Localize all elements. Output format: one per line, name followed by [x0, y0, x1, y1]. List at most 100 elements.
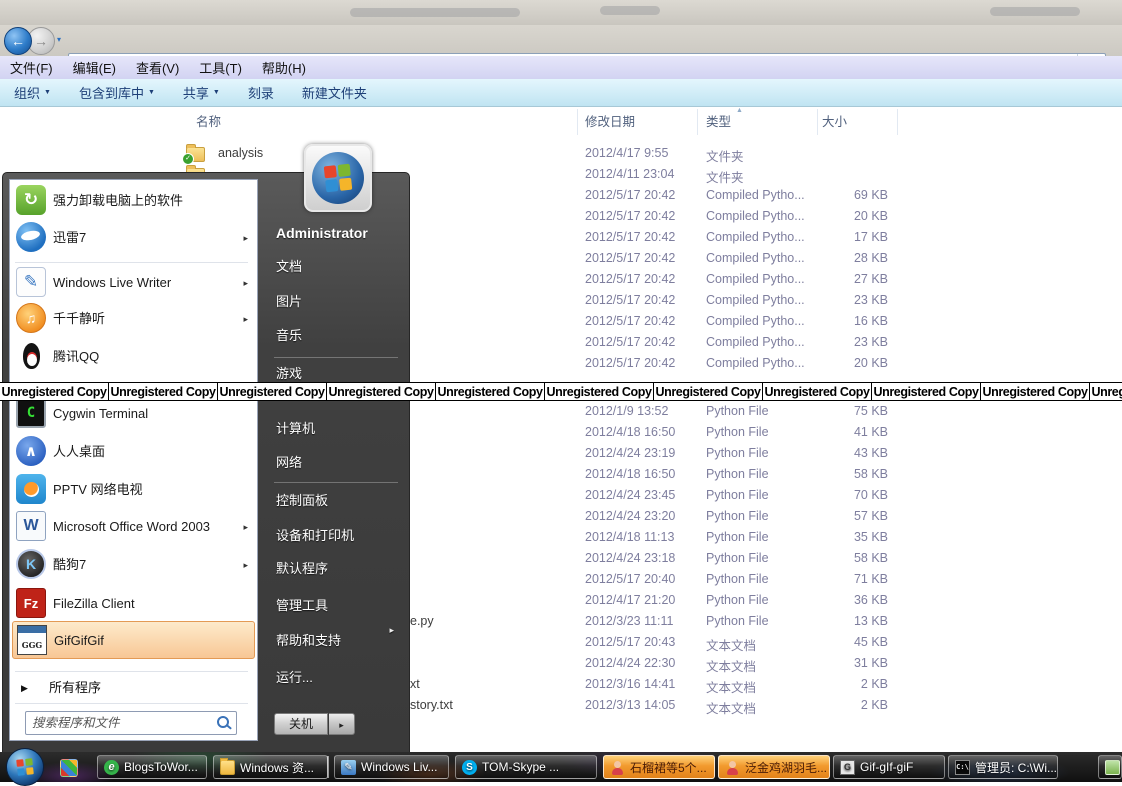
gif-icon: [840, 760, 855, 775]
filezilla-icon: [16, 588, 46, 618]
file-size: 20 KB: [800, 209, 888, 223]
start-button[interactable]: [6, 748, 44, 786]
taskbar-button-label: 管理员: C:\Wi...: [975, 759, 1057, 776]
start-menu-right-item[interactable]: 默认程序: [276, 557, 394, 581]
shutdown-options-arrow[interactable]: ▸: [329, 713, 355, 735]
taskbar-button[interactable]: 泛金鸡湖羽毛...: [718, 755, 830, 779]
menu-item[interactable]: 帮助(H): [252, 58, 316, 77]
history-dropdown-icon[interactable]: ▾: [57, 35, 61, 44]
taskbar-button[interactable]: Windows Liv...: [334, 755, 449, 779]
start-menu-right-item[interactable]: 管理工具▸: [276, 594, 394, 618]
unregistered-watermark: Unregistered CopyUnregistered CopyUnregi…: [0, 382, 1122, 401]
taskbar-button[interactable]: 管理员: C:\Wi...: [948, 755, 1058, 779]
toolbar-button[interactable]: 刻录: [234, 83, 288, 102]
watermark-cell: Unregistered Copy: [218, 383, 326, 400]
start-menu-right-item[interactable]: 音乐: [276, 324, 394, 348]
file-type: Compiled Pytho...: [706, 209, 805, 223]
taskbar-button[interactable]: 石榴裙等5个...: [603, 755, 715, 779]
file-row[interactable]: analysis2012/4/17 9:55文件夹: [0, 143, 1122, 164]
start-menu-item-label: Microsoft Office Word 2003: [53, 508, 210, 546]
file-date: 2012/3/13 14:05: [585, 698, 675, 712]
start-menu-item[interactable]: 人人桌面: [12, 433, 255, 471]
file-type: Compiled Pytho...: [706, 293, 805, 307]
window-titlebar: [0, 0, 1122, 25]
file-type: Python File: [706, 614, 769, 628]
start-menu-item[interactable]: FileZilla Client: [12, 585, 255, 623]
taskbar-button-partial[interactable]: [1098, 755, 1122, 779]
start-menu-right-item[interactable]: 文档: [276, 255, 394, 279]
quick-launch-icon[interactable]: [60, 759, 78, 777]
file-size: 57 KB: [800, 509, 888, 523]
back-button[interactable]: ←: [4, 27, 32, 55]
start-menu-item[interactable]: 千千静听▸: [12, 300, 255, 338]
file-size: 45 KB: [800, 635, 888, 649]
thunder-icon: [16, 222, 46, 252]
gifgifgif-icon: [17, 625, 47, 655]
file-size: 16 KB: [800, 314, 888, 328]
start-menu-right-item[interactable]: Administrator: [276, 221, 394, 245]
file-type: Python File: [706, 446, 769, 460]
file-date: 2012/5/17 20:42: [585, 188, 675, 202]
menu-item[interactable]: 工具(T): [189, 58, 252, 77]
start-menu-item[interactable]: 迅雷7▸: [12, 219, 255, 257]
start-menu-item-label: 酷狗7: [53, 546, 86, 584]
column-header-name[interactable]: 名称: [196, 110, 221, 134]
start-menu-right-item[interactable]: 控制面板: [276, 489, 394, 513]
titlebar-artifact: [990, 7, 1080, 16]
file-date: 2012/4/17 21:20: [585, 593, 675, 607]
toolbar-button[interactable]: 新建文件夹: [288, 83, 381, 102]
column-header-size[interactable]: 大小: [822, 110, 847, 134]
start-menu-right-item[interactable]: 计算机: [276, 417, 394, 441]
menu-item[interactable]: 文件(F): [0, 58, 63, 77]
watermark-cell: Unregistered Copy: [327, 383, 435, 400]
taskbar-button[interactable]: Gif-gIf-giF: [833, 755, 945, 779]
toolbar-button[interactable]: 共享▼: [169, 83, 234, 102]
taskbar-button[interactable]: TOM-Skype ...: [455, 755, 597, 779]
divider: [15, 703, 248, 705]
folder-icon: [220, 760, 235, 775]
file-date: 2012/3/16 14:41: [585, 677, 675, 691]
file-type: Python File: [706, 425, 769, 439]
toolbar-button-label: 刻录: [248, 83, 274, 102]
start-menu-item[interactable]: 酷狗7▸: [12, 546, 255, 584]
start-menu-item-label: 腾讯QQ: [53, 338, 99, 376]
taskbar: BlogsToWor...Windows 资...Windows Liv...T…: [0, 752, 1122, 782]
start-menu-item[interactable]: Windows Live Writer▸: [12, 264, 255, 302]
menu-item[interactable]: 查看(V): [126, 58, 189, 77]
file-size: 23 KB: [800, 293, 888, 307]
avatar[interactable]: [304, 144, 372, 212]
toolbar-button[interactable]: 包含到库中▼: [65, 83, 169, 102]
file-type: 文本文档: [706, 677, 756, 696]
start-menu-item[interactable]: Microsoft Office Word 2003▸: [12, 508, 255, 546]
start-menu-right-item[interactable]: 运行...: [276, 666, 394, 690]
file-type: Compiled Pytho...: [706, 188, 805, 202]
taskbar-button[interactable]: BlogsToWor...: [97, 755, 207, 779]
start-menu-right-item[interactable]: 网络: [276, 451, 394, 475]
titlebar-artifact: [600, 6, 660, 15]
file-size: 31 KB: [800, 656, 888, 670]
file-size: 36 KB: [800, 593, 888, 607]
shutdown-button[interactable]: 关机: [274, 713, 328, 735]
column-header-date[interactable]: 修改日期: [585, 110, 635, 134]
column-header-type[interactable]: 类型: [706, 110, 731, 134]
watermark-cell: Unregistered Copy: [109, 383, 217, 400]
start-menu-item[interactable]: PPTV 网络电视: [12, 471, 255, 509]
start-menu-right-item[interactable]: 帮助和支持: [276, 629, 394, 653]
start-menu-item[interactable]: 强力卸载电脑上的软件: [12, 182, 255, 220]
file-type: Python File: [706, 488, 769, 502]
taskbar-button[interactable]: Windows 资...: [213, 755, 328, 779]
toolbar-button[interactable]: 组织▼: [0, 83, 65, 102]
start-menu-item[interactable]: 腾讯QQ: [12, 338, 255, 376]
search-input[interactable]: [25, 711, 237, 735]
start-menu-right-item[interactable]: 图片: [276, 290, 394, 314]
search-box: [25, 711, 237, 735]
file-size: 17 KB: [800, 230, 888, 244]
start-menu-right-item[interactable]: 设备和打印机: [276, 524, 394, 548]
svn-folder-icon: [186, 147, 205, 162]
all-programs-item[interactable]: ▶ 所有程序: [12, 674, 255, 702]
search-icon: [217, 716, 229, 728]
cygwin-icon: [16, 398, 46, 428]
menu-item[interactable]: 编辑(E): [63, 58, 126, 77]
start-menu-item[interactable]: GifGifGif: [12, 621, 255, 659]
file-size: 23 KB: [800, 335, 888, 349]
